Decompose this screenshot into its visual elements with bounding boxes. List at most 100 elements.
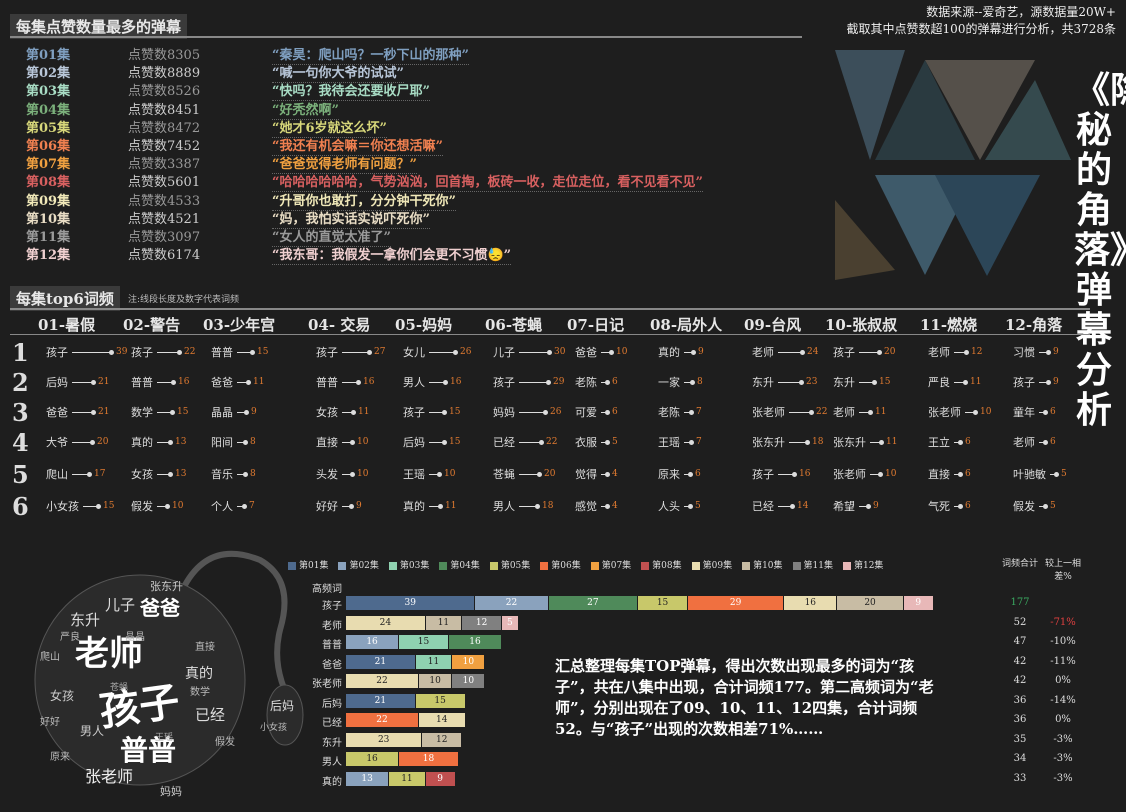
word-frequency: 头发 10 xyxy=(316,466,368,482)
word: 儿子 xyxy=(493,346,515,359)
legend-item: 第01集 xyxy=(288,558,328,571)
frequency-line xyxy=(237,439,248,445)
rank-number: 6 xyxy=(12,492,29,521)
word-cloud: 老师 孩子 普普 爸爸 张老师 东升 儿子 已经 后妈 真的 男人 女孩 张东升… xyxy=(34,550,304,798)
frequency-value: 9 xyxy=(873,501,879,511)
word: 大爷 xyxy=(46,436,68,449)
word: 孩子 xyxy=(752,468,774,481)
word: 老师 xyxy=(928,346,950,359)
bar-category-label: 老师 xyxy=(322,620,342,632)
frequency-value: 18 xyxy=(542,501,554,511)
word-frequency: 孩子 39 xyxy=(46,344,127,360)
frequency-line xyxy=(684,409,694,415)
word: 一家 xyxy=(658,376,680,389)
legend-label: 第03集 xyxy=(399,561,430,571)
word: 后妈 xyxy=(46,376,68,389)
legend-swatch xyxy=(742,561,751,570)
frequency-line xyxy=(601,439,610,445)
frequency-line xyxy=(859,349,882,355)
cloud-word-big: 爸爸 xyxy=(139,596,180,620)
bar-segment: 10 xyxy=(452,674,485,688)
frequency-value: 27 xyxy=(374,347,386,357)
word-frequency: 普普 16 xyxy=(316,374,374,390)
word-frequency: 儿子 30 xyxy=(493,344,565,360)
cloud-word-small: 爬山 xyxy=(40,651,60,663)
legend-label: 第11集 xyxy=(803,561,833,571)
bar-segment: 12 xyxy=(422,732,462,747)
cloud-word-small: 王瑶 xyxy=(155,731,173,743)
frequency-value: 6 xyxy=(1050,407,1056,417)
legend-label: 第05集 xyxy=(500,561,531,571)
still-triangle-6 xyxy=(935,175,1040,276)
word: 老师 xyxy=(833,406,855,419)
likes: 点赞数5601 xyxy=(128,175,201,191)
word: 老师 xyxy=(752,346,774,359)
frequency-value: 7 xyxy=(249,501,255,511)
word: 爬山 xyxy=(46,468,68,481)
episode-header: 12-角落 xyxy=(1005,316,1063,334)
frequency-value: 4 xyxy=(612,501,618,511)
frequency-line xyxy=(1039,409,1048,415)
bar-segment: 22 xyxy=(346,713,419,727)
word: 老陈 xyxy=(575,376,597,389)
word-frequency: 小女孩 15 xyxy=(46,498,114,514)
word-frequency: 王瑶 10 xyxy=(403,466,455,482)
word-frequency: 气死 6 xyxy=(928,498,971,514)
frequency-value: 20 xyxy=(97,437,109,447)
word: 真的 xyxy=(403,500,425,513)
word: 张老师 xyxy=(833,468,866,481)
frequency-line xyxy=(684,349,696,355)
bar-segment: 16 xyxy=(346,752,399,766)
word: 感觉 xyxy=(575,500,597,513)
frequency-line xyxy=(965,409,978,415)
frequency-value: 15 xyxy=(449,437,461,447)
cloud-word-small: 直接 xyxy=(195,640,215,653)
word: 数学 xyxy=(131,406,153,419)
frequency-value: 11 xyxy=(970,377,982,387)
cloud-word-small: 严良 xyxy=(60,630,80,643)
frequency-line xyxy=(72,471,92,477)
legend-swatch xyxy=(388,561,397,570)
episode-header: 09-台风 xyxy=(744,316,802,334)
source-line-1: 数据来源--爱奇艺，源数据量20W+ xyxy=(926,5,1116,19)
bar-segment: 16 xyxy=(346,635,399,649)
frequency-line xyxy=(954,379,968,385)
word-frequency: 男人 16 xyxy=(403,374,461,390)
frequency-line xyxy=(789,409,814,415)
frequency-value: 20 xyxy=(884,347,896,357)
word: 人头 xyxy=(658,500,680,513)
word-frequency: 爸爸 11 xyxy=(211,374,264,390)
frequency-line xyxy=(1039,349,1051,355)
frequency-value: 22 xyxy=(546,437,558,447)
frequency-line xyxy=(237,503,247,509)
cloud-word-mid: 男人 xyxy=(80,724,104,738)
word-frequency: 晶晶 9 xyxy=(211,404,257,420)
frequency-value: 9 xyxy=(698,347,704,357)
word: 张东升 xyxy=(833,436,866,449)
frequency-line xyxy=(789,439,810,445)
frequency-line xyxy=(429,503,443,509)
frequency-value: 22 xyxy=(816,407,828,417)
word-frequency: 老陈 6 xyxy=(575,374,618,390)
word: 原来 xyxy=(658,468,680,481)
frequency-value: 11 xyxy=(886,437,898,447)
bar-total: 36 xyxy=(1013,694,1027,706)
word: 觉得 xyxy=(575,468,597,481)
cloud-word-mid: 东升 xyxy=(70,611,100,629)
legend-item: 第07集 xyxy=(590,558,631,571)
frequency-line xyxy=(429,379,448,385)
frequency-value: 15 xyxy=(257,347,269,357)
word-frequency: 女孩 13 xyxy=(131,466,186,482)
word-frequency: 爸爸 21 xyxy=(46,404,109,420)
word: 女儿 xyxy=(403,346,425,359)
bar-segment: 14 xyxy=(419,713,465,727)
word-frequency: 人头 5 xyxy=(658,498,701,514)
frequency-value: 7 xyxy=(696,407,702,417)
frequency-line xyxy=(519,439,544,445)
bar-total: 34 xyxy=(1013,753,1027,764)
bar-total: 42 xyxy=(1013,675,1027,686)
likes: 点赞数8305 xyxy=(128,48,201,63)
bar-segment: 22 xyxy=(346,674,419,688)
frequency-line xyxy=(72,379,96,385)
word-frequency: 孩子 22 xyxy=(131,344,195,360)
